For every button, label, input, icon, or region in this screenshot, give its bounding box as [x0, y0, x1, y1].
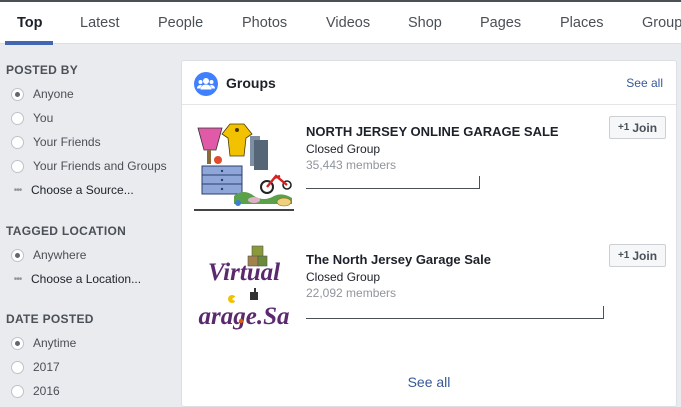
group-name-link[interactable]: NORTH JERSEY ONLINE GARAGE SALE	[306, 124, 559, 139]
posted-by-title: POSTED BY	[6, 63, 79, 77]
see-all-groups-link[interactable]: See all	[182, 374, 676, 390]
cover-text-garage-sale: arage.Sa	[199, 303, 290, 330]
tab-top[interactable]: Top	[17, 15, 43, 31]
radio-icon	[11, 360, 24, 374]
join-group-button[interactable]: +1 Join	[609, 244, 666, 267]
card-header: Groups See all	[182, 61, 676, 105]
option-label: Choose a Source...	[31, 183, 134, 197]
choose-location-link[interactable]: ••• Choose a Location...	[11, 272, 141, 286]
choose-source-link[interactable]: ••• Choose a Source...	[11, 183, 134, 197]
radio-icon	[11, 111, 24, 125]
group-cover-image[interactable]: Virtual arage.Sa	[194, 244, 294, 344]
see-all-link[interactable]: See all	[626, 76, 663, 90]
tab-latest[interactable]: Latest	[80, 15, 120, 31]
more-dots-icon: •••	[13, 184, 23, 196]
group-cover-image[interactable]	[194, 116, 294, 216]
search-tabs-bar: Top Latest People Photos Videos Shop Pag…	[0, 0, 681, 45]
join-label: Join	[632, 248, 658, 263]
card-title: Groups	[226, 75, 276, 91]
join-label: Join	[632, 120, 658, 135]
groups-icon	[194, 72, 218, 96]
tagged-location-title: TAGGED LOCATION	[6, 224, 127, 238]
filter-option-friends-and-groups[interactable]: Your Friends and Groups	[11, 159, 167, 173]
option-label: 2016	[33, 384, 60, 398]
radio-icon	[11, 384, 24, 398]
group-divider-line	[306, 176, 480, 189]
option-label: You	[33, 111, 54, 125]
radio-icon	[11, 159, 24, 173]
group-privacy: Closed Group	[306, 270, 381, 284]
tab-groups[interactable]: Group	[642, 15, 681, 31]
group-privacy: Closed Group	[306, 142, 381, 156]
tab-shop[interactable]: Shop	[408, 15, 442, 31]
group-result-item: Virtual arage.Sa The North Jersey Garage…	[194, 244, 666, 344]
radio-icon	[11, 135, 24, 149]
filter-option-you[interactable]: You	[11, 111, 53, 125]
radio-checked-icon	[11, 87, 24, 101]
option-label: Anywhere	[33, 248, 87, 262]
groups-results-card: Groups See all NORTH JERSEY ONLINE GARAG…	[181, 60, 677, 407]
tab-photos[interactable]: Photos	[242, 15, 287, 31]
date-posted-title: DATE POSTED	[6, 312, 94, 326]
filters-sidebar: POSTED BY Anyone You Your Friends Your F…	[0, 44, 175, 407]
filter-option-your-friends[interactable]: Your Friends	[11, 135, 101, 149]
radio-checked-icon	[11, 248, 24, 262]
more-dots-icon: •••	[13, 273, 23, 285]
radio-checked-icon	[11, 336, 24, 350]
group-result-item: NORTH JERSEY ONLINE GARAGE SALE Closed G…	[194, 116, 666, 216]
group-divider-line	[306, 306, 604, 319]
option-label: Your Friends	[33, 135, 101, 149]
filter-option-anytime[interactable]: Anytime	[11, 336, 76, 350]
tab-videos[interactable]: Videos	[326, 15, 370, 31]
filter-option-2017[interactable]: 2017	[11, 360, 60, 374]
plus-one-icon: +1	[617, 250, 630, 261]
group-member-count: 22,092 members	[306, 286, 397, 300]
option-label: Choose a Location...	[31, 272, 142, 286]
option-label: Anytime	[33, 336, 77, 350]
join-group-button[interactable]: +1 Join	[609, 116, 666, 139]
tab-pages[interactable]: Pages	[480, 15, 521, 31]
filter-option-2016[interactable]: 2016	[11, 384, 60, 398]
option-label: 2017	[33, 360, 60, 374]
group-member-count: 35,443 members	[306, 158, 397, 172]
tab-places[interactable]: Places	[560, 15, 604, 31]
plus-one-icon: +1	[617, 122, 630, 133]
cover-text-virtual: Virtual	[208, 259, 280, 286]
filter-option-anyone[interactable]: Anyone	[11, 87, 74, 101]
option-label: Anyone	[33, 87, 74, 101]
tab-people[interactable]: People	[158, 15, 203, 31]
option-label: Your Friends and Groups	[33, 159, 167, 173]
group-name-link[interactable]: The North Jersey Garage Sale	[306, 252, 491, 267]
filter-option-anywhere[interactable]: Anywhere	[11, 248, 86, 262]
